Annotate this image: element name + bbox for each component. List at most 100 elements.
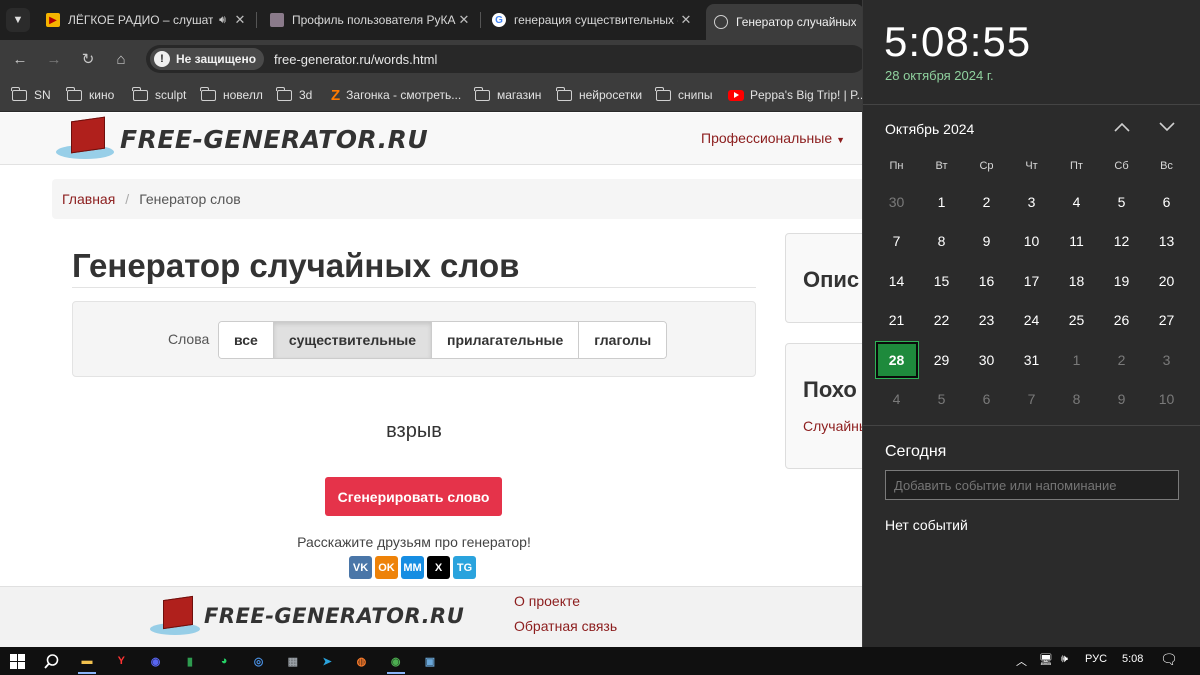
calendar-day[interactable]: 2 <box>964 182 1009 222</box>
calendar-day[interactable]: 26 <box>1099 301 1144 341</box>
calendar-day[interactable]: 3 <box>1009 182 1054 222</box>
chrome-icon[interactable]: ◉ <box>388 653 404 669</box>
windows-start-icon[interactable] <box>9 653 25 669</box>
volume-icon[interactable]: 🕪︎ <box>1061 653 1068 666</box>
calendar-day[interactable]: 3 <box>1144 340 1189 380</box>
filter-nouns-button[interactable]: существительные <box>273 322 433 358</box>
notifications-icon[interactable]: 🗨︎ <box>1160 651 1178 668</box>
close-icon[interactable]: ✕ <box>678 12 694 28</box>
footer-link-about[interactable]: О проекте <box>514 593 580 609</box>
calendar-day[interactable]: 2 <box>1099 340 1144 380</box>
calendar-day[interactable]: 7 <box>1009 380 1054 420</box>
calendar-day[interactable]: 8 <box>1054 380 1099 420</box>
calendar-day[interactable]: 30 <box>964 340 1009 380</box>
yandex-browser-icon[interactable]: Y <box>113 653 129 669</box>
calendar-day[interactable]: 9 <box>964 222 1009 262</box>
app-icon[interactable]: ▮ <box>182 653 198 669</box>
breadcrumb-home[interactable]: Главная <box>62 191 115 207</box>
calendar-day[interactable]: 11 <box>1054 222 1099 262</box>
site-logo[interactable]: FREE-GENERATOR.RU <box>54 115 428 163</box>
calendar-day[interactable]: 24 <box>1009 301 1054 341</box>
calendar-day[interactable]: 31 <box>1009 340 1054 380</box>
calculator-icon[interactable]: ▦ <box>285 653 301 669</box>
forward-button[interactable]: → <box>43 48 65 70</box>
calendar-day-today[interactable]: 28 <box>874 340 919 380</box>
file-explorer-icon[interactable]: ▬ <box>79 653 95 669</box>
filter-all-button[interactable]: все <box>219 322 274 358</box>
url-text[interactable]: free-generator.ru/words.html <box>274 52 437 67</box>
calendar-day[interactable]: 5 <box>1099 182 1144 222</box>
bookmark-sculpt[interactable]: sculpt <box>132 86 186 104</box>
blender-icon[interactable]: ◍ <box>353 653 369 669</box>
tab-google-search[interactable]: G генерация существительных - ✕ <box>484 6 702 34</box>
calendar-day[interactable]: 4 <box>874 380 919 420</box>
calendar-day[interactable]: 21 <box>874 301 919 341</box>
calendar-day[interactable]: 30 <box>874 182 919 222</box>
calendar-day[interactable]: 5 <box>919 380 964 420</box>
calendar-day[interactable]: 9 <box>1099 380 1144 420</box>
security-chip[interactable]: ! Не защищено <box>150 48 265 70</box>
calendar-day[interactable]: 19 <box>1099 261 1144 301</box>
bookmark-peppa[interactable]: Peppa's Big Trip! | P... <box>728 86 867 104</box>
reload-button[interactable]: ↻ <box>77 48 99 70</box>
calendar-day[interactable]: 10 <box>1144 380 1189 420</box>
taskbar-clock[interactable]: 5:08 <box>1122 653 1143 665</box>
calendar-day[interactable]: 4 <box>1054 182 1099 222</box>
speaker-icon[interactable]: 🔊︎ <box>219 14 226 27</box>
tab-profile[interactable]: Профиль пользователя РуКАМ ✕ <box>262 6 480 34</box>
close-icon[interactable]: ✕ <box>232 12 248 28</box>
telegram-icon[interactable]: ➤ <box>319 653 335 669</box>
bookmark-3d[interactable]: 3d <box>276 86 312 104</box>
bookmark-neuroseti[interactable]: нейросетки <box>556 86 642 104</box>
tab-search-button[interactable]: ▼ <box>6 8 30 32</box>
discord-icon[interactable]: ◉ <box>148 653 164 669</box>
calendar-day[interactable]: 15 <box>919 261 964 301</box>
footer-link-feedback[interactable]: Обратная связь <box>514 618 617 634</box>
vk-icon[interactable]: VK <box>349 556 372 579</box>
generate-word-button[interactable]: Сгенерировать слово <box>325 477 502 516</box>
search-icon[interactable] <box>43 653 59 669</box>
chevron-up-icon[interactable]: ︿ <box>1016 653 1027 669</box>
address-bar[interactable]: ! Не защищено free-generator.ru/words.ht… <box>146 45 866 73</box>
calendar-day[interactable]: 14 <box>874 261 919 301</box>
next-month-button[interactable] <box>1156 116 1178 138</box>
back-button[interactable]: ← <box>9 48 31 70</box>
filter-adjectives-button[interactable]: прилагательные <box>432 322 580 358</box>
language-indicator[interactable]: РУС <box>1085 653 1107 665</box>
calendar-day[interactable]: 8 <box>919 222 964 262</box>
calendar-day[interactable]: 7 <box>874 222 919 262</box>
home-button[interactable]: ⌂ <box>110 48 132 70</box>
tab-word-generator[interactable]: Генератор случайных сл <box>706 4 864 40</box>
calendar-day[interactable]: 18 <box>1054 261 1099 301</box>
network-icon[interactable]: 🖥︎ <box>1039 653 1053 666</box>
calendar-day[interactable]: 23 <box>964 301 1009 341</box>
calendar-day[interactable]: 10 <box>1009 222 1054 262</box>
odnoklassniki-icon[interactable]: OK <box>375 556 398 579</box>
bookmark-kino[interactable]: кино <box>66 86 114 104</box>
calendar-day[interactable]: 29 <box>919 340 964 380</box>
tab-radio[interactable]: ▶ ЛЁГКОЕ РАДИО – слушать 🔊︎ ✕ <box>38 6 256 34</box>
calendar-day[interactable]: 16 <box>964 261 1009 301</box>
calendar-day[interactable]: 22 <box>919 301 964 341</box>
calendar-day[interactable]: 20 <box>1144 261 1189 301</box>
filter-verbs-button[interactable]: глаголы <box>579 322 667 358</box>
card-link[interactable]: Случайны <box>803 418 869 434</box>
calendar-day[interactable]: 6 <box>1144 182 1189 222</box>
calendar-day[interactable]: 25 <box>1054 301 1099 341</box>
professional-menu[interactable]: Профессиональные ▼ <box>701 130 845 146</box>
calendar-day[interactable]: 12 <box>1099 222 1144 262</box>
bookmark-sn[interactable]: SN <box>11 86 51 104</box>
x-icon[interactable]: X <box>427 556 450 579</box>
bookmark-snipy[interactable]: снипы <box>655 86 712 104</box>
telegram-icon[interactable]: TG <box>453 556 476 579</box>
footer-logo[interactable]: FREE-GENERATOR.RU <box>150 595 464 637</box>
clock-date[interactable]: 28 октября 2024 г. <box>885 68 994 83</box>
calendar-day[interactable]: 17 <box>1009 261 1054 301</box>
calendar-day[interactable]: 1 <box>919 182 964 222</box>
bookmark-novell[interactable]: новелл <box>200 86 263 104</box>
previous-month-button[interactable] <box>1111 116 1133 138</box>
calendar-day[interactable]: 27 <box>1144 301 1189 341</box>
chromium-icon[interactable]: ◎ <box>251 653 267 669</box>
bookmark-magazin[interactable]: магазин <box>474 86 541 104</box>
photos-icon[interactable]: ▣ <box>422 653 438 669</box>
